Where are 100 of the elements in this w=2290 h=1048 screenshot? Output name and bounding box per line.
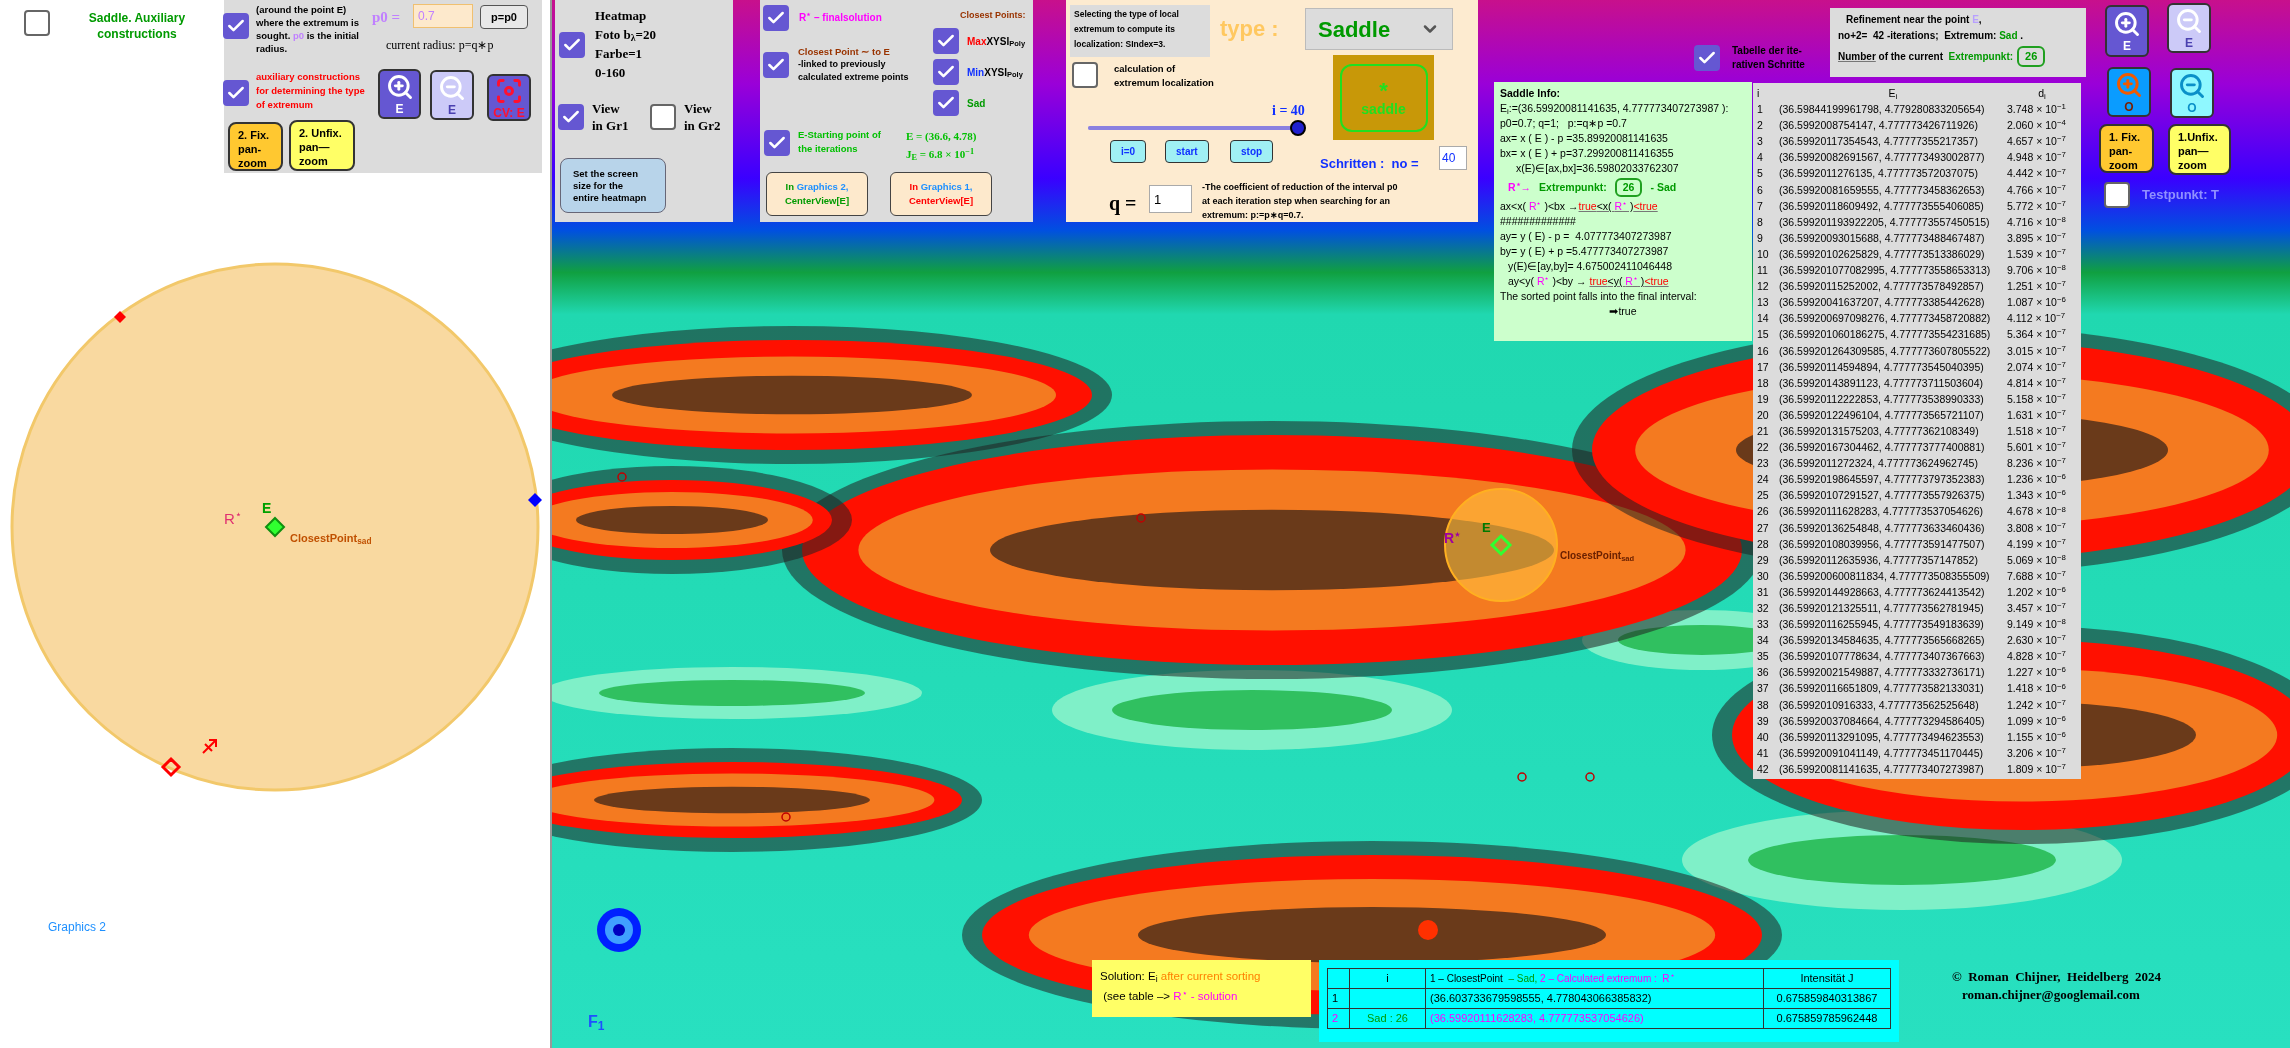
- table-cell-text: (36.59920102625829, 4.777773513386029): [1779, 246, 1986, 262]
- table-cell-text: 7: [1757, 198, 1764, 214]
- checkbox[interactable]: [24, 10, 50, 36]
- table-cell: 0.675859840313867: [1764, 989, 1890, 1009]
- table-cell-text: (36.599201077082995, 4.777773558653313): [1779, 263, 1992, 279]
- table-cell-text: (36.5992011272324, 4.777773624962745): [1779, 456, 1979, 472]
- info-line: y(E)∈[ay,by]= 4.675002411046448: [1507, 259, 1674, 274]
- table-cell-text: 12: [1757, 279, 1770, 295]
- table-cell-text: (36.59920113291095, 4.777773494623553): [1779, 729, 1985, 745]
- info-line: by= y ( E) + p =5.477773407273987: [1500, 244, 1670, 259]
- table-cell-text: 20: [1757, 407, 1770, 423]
- checkbox[interactable]: [763, 5, 789, 31]
- table-cell-text: (36.59920134584635, 4.777773565668265): [1779, 633, 1986, 649]
- checkbox[interactable]: [558, 104, 584, 130]
- checkbox[interactable]: [223, 80, 249, 106]
- column-header: Intensität J: [1764, 969, 1890, 989]
- zoom-button[interactable]: O: [2170, 68, 2214, 118]
- table-cell-text: (36.5992011276135, 4.777773572037075): [1779, 166, 1979, 182]
- option-text: auxiliary constructions for determining the type of extremum: [256, 70, 366, 112]
- pan-zoom-button[interactable]: 2. Fix. pan- zoom: [228, 122, 283, 171]
- table-cell-text: 3.206 × 10$^{−7}$: [2007, 744, 2067, 761]
- table-cell-text: 42: [1757, 761, 1770, 777]
- table-cell-text: (36.59920081659555, 4.777773458362653): [1779, 182, 1986, 198]
- info-line: ay<y( R$^{⋆}$ )<by → true<y( R$^{⋆}$ )<true: [1507, 274, 1670, 289]
- table-cell-text: 8.236 × 10$^{−7}$: [2007, 455, 2067, 472]
- option-label: MaxXYSI$_{Poly}$: [967, 34, 1026, 49]
- note-text: (see table –> R$^{⋆}$ - solution: [1102, 986, 1239, 1004]
- step-button[interactable]: stop: [1230, 140, 1274, 163]
- checkbox-label: calculation of extremum localization: [1114, 62, 1214, 90]
- option-title: Closest Point ∼ to E: [798, 45, 890, 59]
- zoom-button[interactable]: E: [2167, 3, 2211, 53]
- table-cell-text: 9.149 × 10$^{−8}$: [2007, 616, 2067, 633]
- steps-field[interactable]: 40: [1439, 146, 1467, 170]
- table-cell-text: (36.59920081141635, 4.777773407273987): [1779, 761, 1985, 777]
- checkbox-label: View in Gr2: [684, 100, 721, 134]
- table-cell-text: (36.59920114594894, 4.777773545040395): [1779, 359, 1985, 375]
- min-point-marker: [528, 493, 542, 507]
- zoom-button[interactable]: E: [378, 69, 421, 119]
- table-cell-text: 25: [1757, 488, 1770, 504]
- q-field[interactable]: 1: [1149, 185, 1192, 213]
- checkbox-label: Saddle. Auxiliary constructions: [87, 10, 187, 42]
- table-cell: (36.603733679598555, 4.778043066385832): [1426, 989, 1764, 1009]
- point-marker: [1517, 772, 1527, 782]
- step-button[interactable]: i=0: [1110, 140, 1147, 163]
- table-cell-text: (36.59920143891123, 4.777773711503604): [1779, 375, 1984, 391]
- checkbox[interactable]: [933, 90, 959, 116]
- table-cell-text: (36.599201060186275, 4.777773554231685): [1779, 327, 1992, 343]
- checkbox[interactable]: [933, 59, 959, 85]
- info-line: x(E)∈[ax,bx]=36.59802033762307: [1515, 161, 1680, 176]
- table-cell-text: 16: [1757, 343, 1770, 359]
- type-label: type :: [1220, 15, 1279, 43]
- screen-size-button[interactable]: Set the screen size for the entire heatmapn: [560, 158, 666, 213]
- refinement-text: Refinement near the point E,: [1845, 13, 1983, 27]
- type-badge: * saddle: [1333, 55, 1434, 140]
- table-cell-text: 4.199 × 10$^{−7}$: [2007, 535, 2067, 552]
- max-point-marker: [114, 311, 126, 323]
- table-cell-text: 1.809 × 10$^{−7}$: [2007, 761, 2067, 777]
- table-cell-text: 31: [1757, 584, 1770, 600]
- table-cell-text: 27: [1757, 520, 1770, 536]
- table-cell-text: 9.706 × 10$^{−8}$: [2007, 262, 2067, 279]
- table-cell-text: 4: [1757, 150, 1764, 166]
- point-label: F$_{1}$: [588, 1012, 605, 1034]
- checkbox[interactable]: [763, 52, 789, 78]
- checkbox[interactable]: [1072, 62, 1098, 88]
- pan-zoom-button[interactable]: 2. Unfix. pan— zoom: [289, 120, 355, 171]
- table-cell-text: (36.59920112635936, 4.77777357147852): [1779, 552, 1979, 568]
- point-marker: [781, 812, 791, 822]
- zoom-in-icon: [385, 73, 414, 101]
- center-view-button[interactable]: In Graphics 2, CenterView[E]: [766, 172, 868, 216]
- column-header: 1 – ClosestPoint – Sad, 2 – Calculated extremum : R$^{⋆}$: [1426, 969, 1764, 989]
- pan-zoom-button[interactable]: 1. Fix. pan- zoom: [2099, 124, 2154, 173]
- table-cell-text: 5.772 × 10$^{−7}$: [2007, 197, 2067, 214]
- table-cell-text: 4.716 × 10$^{−8}$: [2007, 213, 2067, 230]
- table-cell-text: 40: [1757, 729, 1770, 745]
- checkbox[interactable]: [2104, 182, 2130, 208]
- checkbox[interactable]: [650, 104, 676, 130]
- step-button[interactable]: start: [1165, 140, 1209, 163]
- checkbox[interactable]: [559, 32, 585, 58]
- table-cell-text: 13: [1757, 295, 1770, 311]
- table-cell-text: 9: [1757, 230, 1764, 246]
- center-view-button[interactable]: In Graphics 1, CenterView[E]: [890, 172, 992, 216]
- zoom-button[interactable]: O: [2107, 67, 2151, 117]
- checkbox[interactable]: [933, 28, 959, 54]
- table-cell-text: 10: [1757, 246, 1770, 262]
- table-cell-text: (36.59920091041149, 4.777773451170445): [1779, 745, 1984, 761]
- zoom-button[interactable]: E: [2105, 5, 2149, 57]
- table-cell-text: 32: [1757, 601, 1770, 616]
- zoom-button[interactable]: E: [430, 70, 474, 120]
- pan-zoom-button[interactable]: 1.Unfix. pan— zoom: [2168, 124, 2231, 175]
- table-cell-text: 3.895 × 10$^{−7}$: [2007, 229, 2067, 246]
- reset-radius-button[interactable]: p=p0: [480, 5, 528, 29]
- table-cell-text: (36.59920037084664, 4.777773294586405): [1779, 713, 1986, 729]
- table-cell-text: 1.343 × 10$^{−6}$: [2007, 487, 2067, 504]
- table-cell-text: 1.236 × 10$^{−6}$: [2007, 471, 2067, 488]
- checkbox[interactable]: [764, 130, 790, 156]
- checkbox[interactable]: [1694, 45, 1720, 71]
- info-label: - Sad: [1650, 180, 1677, 195]
- info-label: Extrempunkt:: [1539, 180, 1607, 195]
- table-cell-text: 21: [1757, 423, 1770, 439]
- checkbox[interactable]: [223, 13, 249, 39]
